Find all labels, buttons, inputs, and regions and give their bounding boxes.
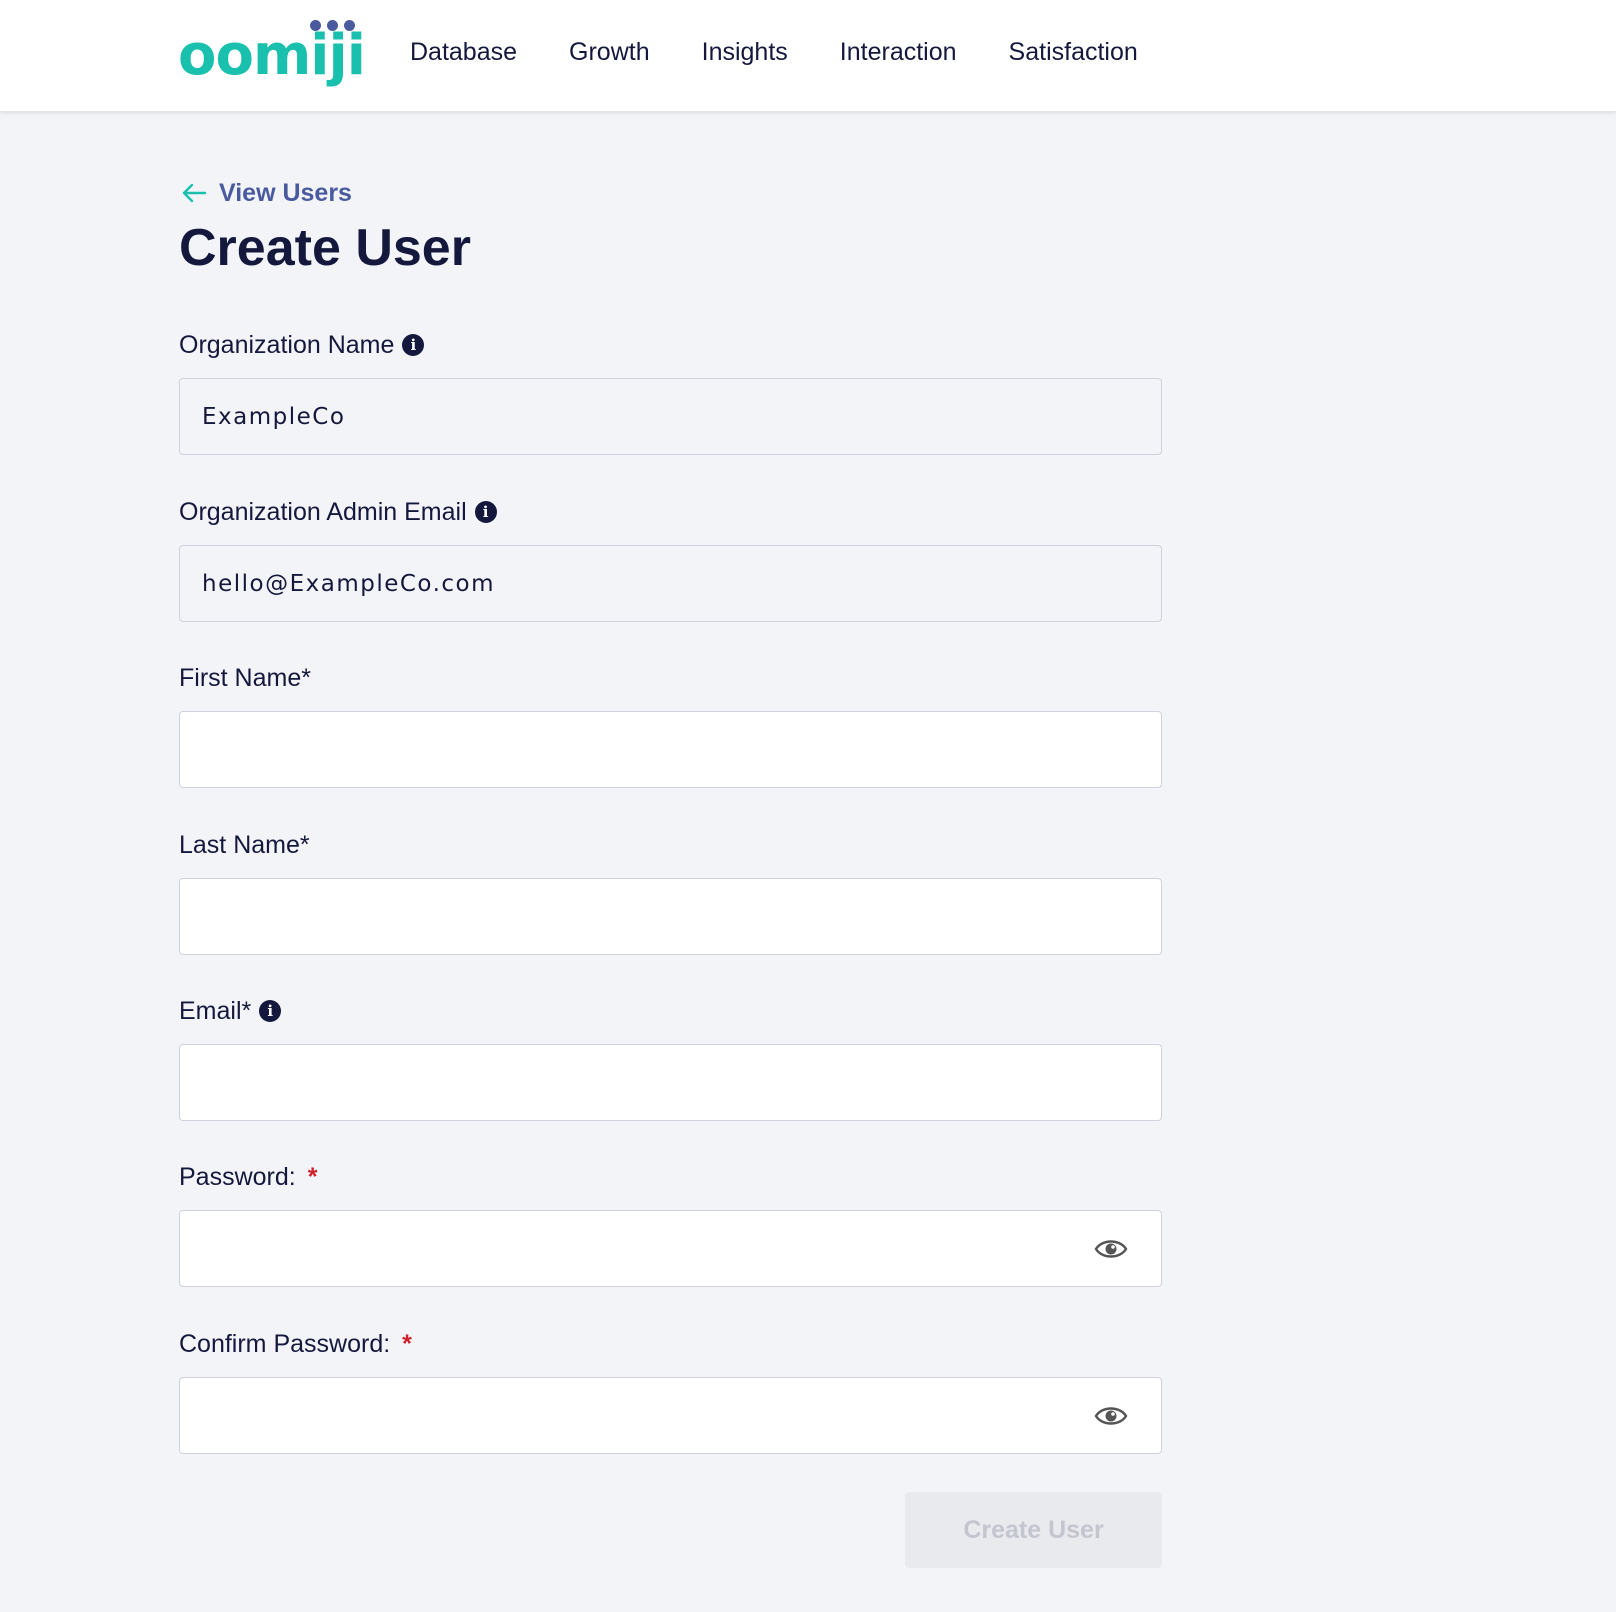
confirm-password-field: Confirm Password: * (179, 1327, 1162, 1454)
required-asterisk: * (402, 1329, 412, 1358)
org-admin-email-label: Organization Admin Email i (179, 495, 1162, 529)
password-input[interactable] (179, 1210, 1162, 1287)
org-name-label: Organization Name i (179, 328, 1162, 362)
view-users-link[interactable]: View Users (179, 178, 352, 208)
view-users-label: View Users (219, 178, 352, 207)
create-user-button[interactable]: Create User (905, 1492, 1162, 1568)
nav-item-satisfaction[interactable]: Satisfaction (1009, 34, 1138, 70)
first-name-label: First Name* (179, 663, 311, 692)
nav-item-interaction[interactable]: Interaction (840, 34, 957, 70)
eye-icon[interactable] (1094, 1233, 1128, 1265)
page-title: Create User (179, 219, 471, 277)
last-name-input[interactable] (179, 878, 1162, 955)
eye-icon[interactable] (1094, 1400, 1128, 1432)
email-field: Email* i (179, 994, 1162, 1121)
org-admin-email-field: Organization Admin Email i hello@Example… (179, 495, 1162, 622)
logo-dots (310, 20, 355, 31)
info-icon[interactable]: i (402, 334, 425, 356)
org-admin-email-input: hello@ExampleCo.com (179, 545, 1162, 622)
confirm-password-input[interactable] (179, 1377, 1162, 1454)
required-asterisk: * (307, 1162, 318, 1191)
info-icon[interactable]: i (474, 501, 497, 523)
nav-item-insights[interactable]: Insights (702, 34, 788, 70)
org-name-field: Organization Name i ExampleCo (179, 328, 1162, 455)
arrow-left-icon (182, 183, 207, 203)
main-nav: Database Growth Insights Interaction Sat… (410, 34, 1138, 70)
logo-text: oomiji (178, 23, 366, 88)
password-label: Password: * (179, 1162, 318, 1191)
org-name-input: ExampleCo (179, 378, 1162, 455)
oomiji-logo[interactable]: oomiji (178, 16, 366, 88)
info-icon[interactable]: i (259, 1000, 282, 1022)
email-label: Email* i (179, 994, 1162, 1028)
top-navigation-bar: oomiji Database Growth Insights Interact… (0, 0, 1616, 111)
last-name-label: Last Name* (179, 830, 310, 859)
first-name-input[interactable] (179, 711, 1162, 788)
password-field: Password: * (179, 1160, 1162, 1287)
last-name-field: Last Name* (179, 828, 1162, 955)
nav-item-growth[interactable]: Growth (569, 34, 650, 70)
confirm-password-label: Confirm Password: * (179, 1329, 412, 1358)
email-input[interactable] (179, 1044, 1162, 1121)
nav-item-database[interactable]: Database (410, 34, 517, 70)
first-name-field: First Name* (179, 661, 1162, 788)
